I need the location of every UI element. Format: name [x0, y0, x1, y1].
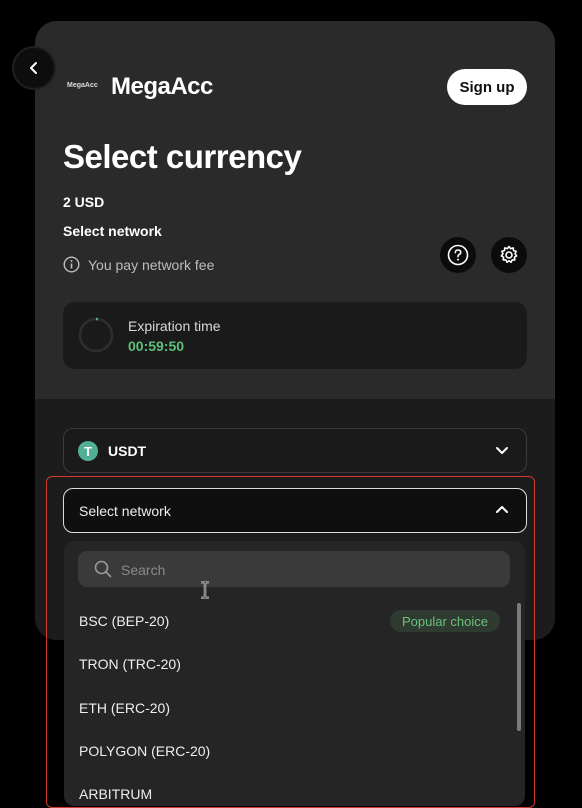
- brand-name: MegaAcc: [111, 73, 213, 100]
- settings-button[interactable]: [491, 237, 527, 273]
- help-button[interactable]: [440, 237, 476, 273]
- expiration-time: 00:59:50: [128, 338, 185, 354]
- currency-name: USDT: [108, 443, 147, 459]
- network-option-eth[interactable]: ETH (ERC-20): [79, 700, 170, 716]
- page-title: Select currency: [63, 138, 302, 175]
- signup-button[interactable]: Sign up: [447, 69, 527, 105]
- back-button[interactable]: [14, 48, 54, 88]
- network-select[interactable]: Select network: [63, 488, 527, 533]
- brand-logo-small: MegaAcc: [67, 82, 98, 89]
- network-option-tron[interactable]: TRON (TRC-20): [79, 656, 181, 672]
- chevron-left-icon: [30, 62, 37, 74]
- gear-icon: [500, 245, 518, 264]
- popular-choice-badge: Popular choice: [390, 610, 500, 632]
- network-label: Select network: [63, 223, 162, 239]
- search-icon: [94, 560, 112, 578]
- chevron-down-icon: [496, 447, 508, 454]
- currency-select[interactable]: T USDT: [63, 428, 527, 473]
- search-placeholder: Search: [121, 562, 166, 578]
- text-cursor-icon: [201, 581, 209, 599]
- amount: 2 USD: [63, 194, 105, 210]
- network-fee-note: You pay network fee: [63, 256, 214, 273]
- expiration-label: Expiration time: [128, 318, 221, 334]
- chevron-up-icon: [496, 506, 508, 513]
- search-input[interactable]: Search: [78, 551, 510, 587]
- network-select-label: Select network: [79, 503, 171, 519]
- network-option-bsc[interactable]: BSC (BEP-20): [79, 613, 169, 629]
- network-dropdown: Search BSC (BEP-20) Popular choice TRON …: [64, 541, 525, 806]
- network-fee-text: You pay network fee: [88, 256, 215, 273]
- network-option-polygon[interactable]: POLYGON (ERC-20): [79, 743, 210, 759]
- countdown-ring-icon: [78, 317, 114, 353]
- dropdown-scrollbar[interactable]: [517, 603, 521, 731]
- usdt-icon: T: [78, 441, 98, 461]
- info-icon: [63, 256, 80, 273]
- question-icon: [447, 244, 469, 266]
- expiration-panel: Expiration time 00:59:50: [63, 302, 527, 369]
